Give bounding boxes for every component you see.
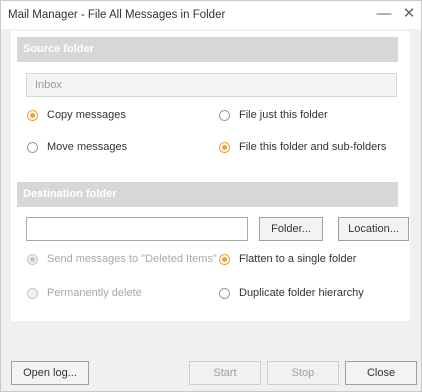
file-folder-and-subfolders-radio[interactable]: File this folder and sub-folders xyxy=(219,141,386,153)
radio-selected-icon xyxy=(27,253,38,265)
permanently-delete-label: Permanently delete xyxy=(47,287,142,299)
open-log-button[interactable]: Open log... xyxy=(11,361,89,385)
move-messages-label: Move messages xyxy=(47,141,128,153)
file-just-this-folder-label: File just this folder xyxy=(239,109,328,121)
source-folder-header: Source folder xyxy=(17,37,398,62)
flatten-single-folder-label: Flatten to a single folder xyxy=(239,253,357,265)
radio-unselected-icon xyxy=(27,141,38,153)
source-folder-heading: Source folder xyxy=(23,43,94,55)
radio-selected-icon xyxy=(219,253,230,265)
radio-unselected-icon xyxy=(27,287,38,299)
source-folder-field[interactable]: Inbox xyxy=(26,73,397,97)
source-folder-value: Inbox xyxy=(35,79,62,91)
radio-selected-icon xyxy=(27,109,38,121)
start-button[interactable]: Start xyxy=(189,361,261,385)
radio-selected-icon xyxy=(219,141,230,153)
flatten-single-folder-radio[interactable]: Flatten to a single folder xyxy=(219,253,356,265)
stop-button[interactable]: Stop xyxy=(267,361,339,385)
window-title: Mail Manager - File All Messages in Fold… xyxy=(8,9,226,21)
copy-messages-label: Copy messages xyxy=(47,109,126,121)
destination-folder-input[interactable] xyxy=(26,217,248,241)
destination-folder-heading: Destination folder xyxy=(23,188,117,200)
close-window-button[interactable]: ✕ xyxy=(400,5,418,23)
radio-unselected-icon xyxy=(219,109,230,121)
location-button[interactable]: Location... xyxy=(338,217,409,241)
options-panel: Source folder Inbox Copy messages File j… xyxy=(11,31,410,321)
folder-button[interactable]: Folder... xyxy=(259,217,323,241)
duplicate-folder-hierarchy-radio[interactable]: Duplicate folder hierarchy xyxy=(219,287,364,299)
minimize-button[interactable]: — xyxy=(375,5,393,23)
duplicate-folder-hierarchy-label: Duplicate folder hierarchy xyxy=(239,287,364,299)
file-all-messages-dialog: Mail Manager - File All Messages in Fold… xyxy=(0,0,422,392)
copy-messages-radio[interactable]: Copy messages xyxy=(27,109,126,121)
send-to-deleted-items-label: Send messages to "Deleted Items" xyxy=(47,253,217,265)
send-to-deleted-items-radio[interactable]: Send messages to "Deleted Items" xyxy=(27,253,217,265)
close-button[interactable]: Close xyxy=(345,361,417,385)
move-messages-radio[interactable]: Move messages xyxy=(27,141,127,153)
title-bar[interactable]: Mail Manager - File All Messages in Fold… xyxy=(1,1,421,29)
radio-unselected-icon xyxy=(219,287,230,299)
permanently-delete-radio[interactable]: Permanently delete xyxy=(27,287,142,299)
file-folder-and-subfolders-label: File this folder and sub-folders xyxy=(239,141,387,153)
file-just-this-folder-radio[interactable]: File just this folder xyxy=(219,109,328,121)
destination-folder-header: Destination folder xyxy=(17,182,398,207)
